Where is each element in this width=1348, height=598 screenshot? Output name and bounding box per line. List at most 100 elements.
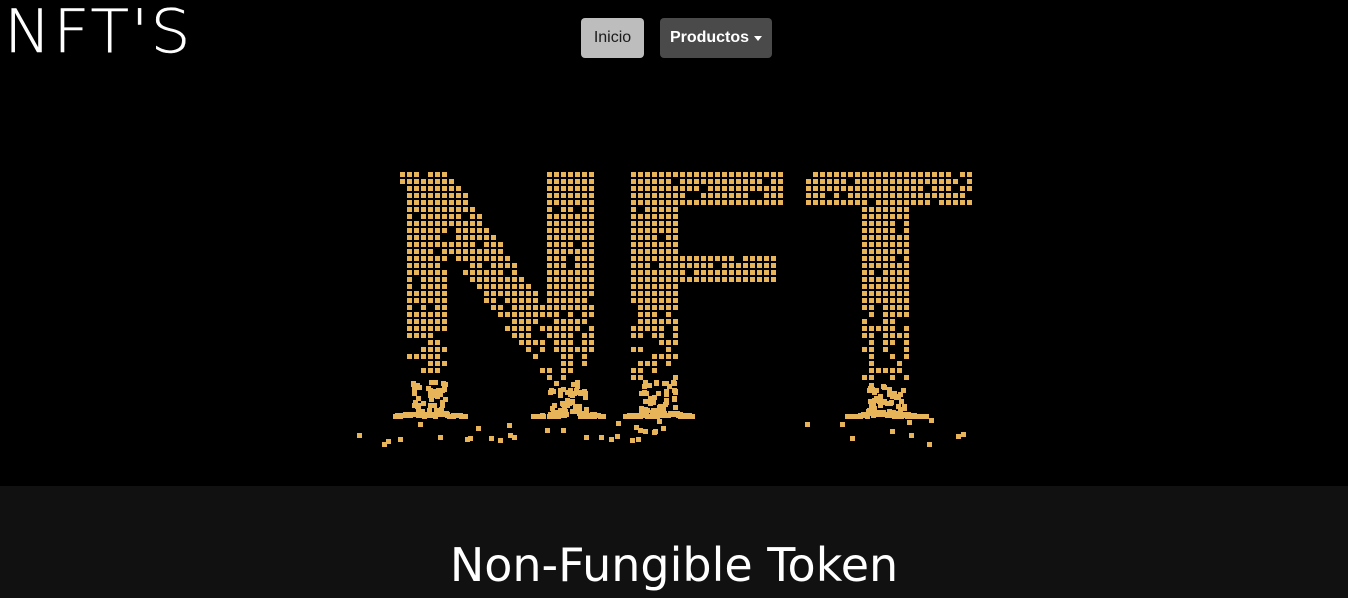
nft-pixel-dot: [764, 193, 769, 198]
nft-pixel-dot: [890, 235, 895, 240]
nft-pixel-dot: [428, 270, 433, 275]
nft-pixel-dot: [927, 442, 932, 447]
nft-pixel-dot: [484, 228, 489, 233]
nft-pixel-dot: [582, 354, 587, 359]
nft-pixel-dot: [757, 186, 762, 191]
nft-pixel-dot: [883, 333, 888, 338]
nft-pixel-dot: [904, 413, 909, 418]
nft-pixel-dot: [778, 172, 783, 177]
header-bar: NFT'S Inicio Productos: [0, 0, 1348, 80]
nft-pixel-dot: [638, 200, 643, 205]
nft-pixel-dot: [547, 291, 552, 296]
nft-pixel-dot: [743, 200, 748, 205]
nft-pixel-dot: [820, 172, 825, 177]
nft-pixel-dot: [918, 172, 923, 177]
nft-pixel-dot: [463, 193, 468, 198]
nft-pixel-dot: [526, 298, 531, 303]
nft-pixel-dot: [547, 284, 552, 289]
nft-pixel-dot: [582, 207, 587, 212]
nft-pixel-dot: [449, 186, 454, 191]
nft-pixel-dot: [666, 256, 671, 261]
nav-products-dropdown[interactable]: Productos: [660, 18, 772, 58]
nft-pixel-dot: [449, 207, 454, 212]
nft-pixel-dot: [638, 361, 643, 366]
nft-pixel-dot: [897, 186, 902, 191]
nft-pixel-dot: [946, 200, 951, 205]
nft-pixel-dot: [407, 291, 412, 296]
nav-home-button[interactable]: Inicio: [581, 18, 644, 58]
nft-pixel-dot: [470, 221, 475, 226]
nft-pixel-dot: [659, 326, 664, 331]
nft-pixel-dot: [967, 186, 972, 191]
nft-pixel-dot: [708, 172, 713, 177]
nft-pixel-dot: [589, 242, 594, 247]
nft-pixel-dot: [638, 298, 643, 303]
nft-pixel-dot: [470, 277, 475, 282]
nft-pixel-dot: [568, 284, 573, 289]
nft-pixel-dot: [883, 277, 888, 282]
nft-pixel-dot: [435, 305, 440, 310]
nft-pixel-dot: [547, 298, 552, 303]
nft-pixel-dot: [652, 291, 657, 296]
nft-pixel-dot: [722, 193, 727, 198]
nft-pixel-dot: [918, 186, 923, 191]
nft-pixel-dot: [561, 305, 566, 310]
nft-pixel-dot: [421, 401, 426, 406]
nft-pixel-dot: [571, 382, 576, 387]
nft-pixel-dot: [554, 235, 559, 240]
nft-pixel-dot: [428, 228, 433, 233]
nft-pixel-dot: [883, 368, 888, 373]
nft-pixel-dot: [561, 263, 566, 268]
nft-pixel-dot: [883, 207, 888, 212]
nft-pixel-dot: [645, 193, 650, 198]
nft-pixel-dot: [907, 420, 912, 425]
nft-pixel-dot: [484, 256, 489, 261]
nft-pixel-dot: [533, 298, 538, 303]
nft-pixel-dot: [680, 200, 685, 205]
nft-pixel-dot: [489, 436, 494, 441]
nft-pixel-dot: [463, 249, 468, 254]
nft-pixel-dot: [904, 186, 909, 191]
nft-pixel-dot: [897, 361, 902, 366]
nft-pixel-dot: [664, 389, 669, 394]
nft-pixel-dot: [554, 277, 559, 282]
nft-pixel-dot: [862, 228, 867, 233]
nft-pixel-dot: [680, 193, 685, 198]
nft-pixel-dot: [519, 298, 524, 303]
nft-pixel-dot: [554, 333, 559, 338]
nft-pixel-dot: [904, 228, 909, 233]
nft-pixel-dot: [547, 235, 552, 240]
nft-pixel-dot: [442, 256, 447, 261]
hero-banner: [0, 80, 1348, 486]
nft-pixel-dot: [540, 326, 545, 331]
nft-pixel-dot: [820, 193, 825, 198]
nft-pixel-dot: [715, 256, 720, 261]
nft-pixel-dot: [561, 326, 566, 331]
nft-pixel-dot: [428, 214, 433, 219]
nft-pixel-dot: [687, 186, 692, 191]
nft-pixel-dot: [407, 319, 412, 324]
nft-pixel-dot: [652, 221, 657, 226]
nft-pixel-dot: [652, 200, 657, 205]
nft-pixel-dot: [708, 263, 713, 268]
nft-pixel-dot: [862, 186, 867, 191]
nft-pixel-dot: [897, 235, 902, 240]
nft-pixel-dot: [883, 214, 888, 219]
nft-pixel-dot: [407, 249, 412, 254]
nft-pixel-dot: [673, 284, 678, 289]
nft-pixel-dot: [946, 172, 951, 177]
nft-pixel-dot: [547, 305, 552, 310]
nft-pixel-dot: [435, 354, 440, 359]
nft-pixel-dot: [890, 207, 895, 212]
nft-pixel-dot: [414, 200, 419, 205]
nft-pixel-dot: [505, 256, 510, 261]
site-logo[interactable]: NFT'S: [4, 0, 193, 64]
nft-pixel-dot: [673, 319, 678, 324]
nft-pixel-dot: [421, 312, 426, 317]
nft-pixel-dot: [701, 200, 706, 205]
nft-pixel-dot: [418, 422, 423, 427]
nft-pixel-dot: [512, 284, 517, 289]
nft-pixel-dot: [631, 291, 636, 296]
nft-pixel-dot: [512, 435, 517, 440]
nft-pixel-dot: [443, 397, 448, 402]
